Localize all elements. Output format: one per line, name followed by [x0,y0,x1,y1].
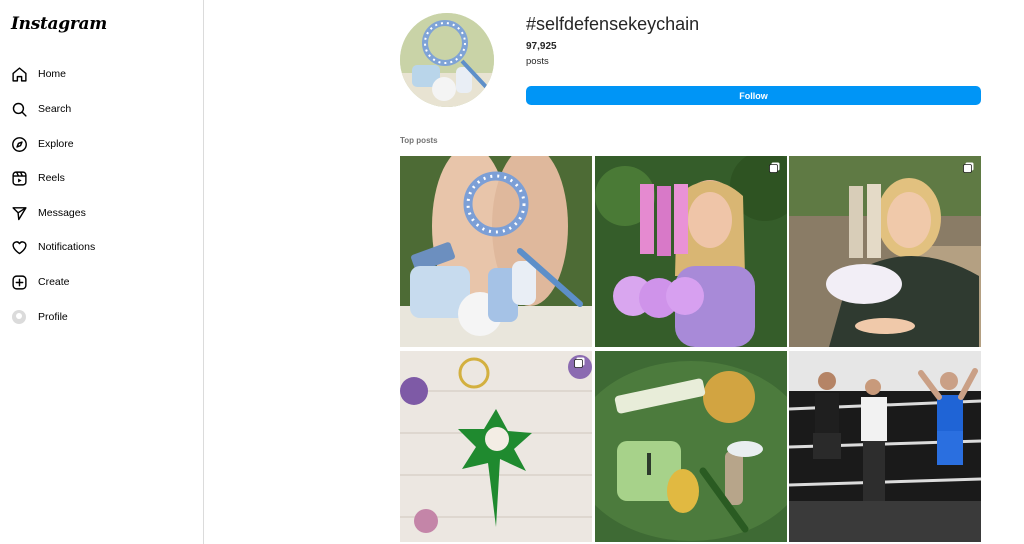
post-image [595,156,787,347]
post-image [400,351,592,542]
follow-button[interactable]: Follow [526,86,981,105]
hashtag-title: #selfdefensekeychain [526,14,700,34]
compass-icon [10,135,28,153]
post-image [595,351,787,542]
home-icon [10,65,28,83]
sidebar-item-label: Profile [38,311,68,323]
sidebar-item-label: Create [38,276,70,288]
sidebar-item-label: Messages [38,207,86,219]
post-count: 97,925 [526,41,557,52]
multiple-photos-icon [769,162,780,173]
top-posts-grid [400,156,981,542]
sidebar-item-search[interactable]: Search [8,94,194,124]
sidebar-item-explore[interactable]: Explore [8,129,194,159]
heart-icon [10,238,28,256]
sidebar-item-label: Reels [38,172,65,184]
top-posts-title: Top posts [400,136,438,145]
post-tile[interactable] [789,351,981,542]
posts-label: posts [526,56,549,67]
sidebar-item-create[interactable]: Create [8,267,194,297]
post-tile[interactable] [789,156,981,347]
profile-icon-wrap [10,308,28,326]
reels-icon [10,169,28,187]
sidebar-item-reels[interactable]: Reels [8,163,194,193]
hashtag-avatar [400,13,494,107]
sidebar-item-label: Explore [38,138,74,150]
sidebar-item-profile[interactable]: Profile [8,302,194,332]
post-tile[interactable] [400,351,592,542]
post-image [789,156,981,347]
plus-square-icon [10,273,28,291]
sidebar: Instagram Home Search Explore Reels Mess… [0,0,204,544]
send-icon [10,204,28,222]
avatar [12,310,26,324]
sidebar-item-home[interactable]: Home [8,59,194,89]
sidebar-item-messages[interactable]: Messages [8,198,194,228]
post-tile[interactable] [595,351,787,542]
sidebar-item-label: Notifications [38,241,96,253]
multiple-photos-icon [963,162,974,173]
sidebar-item-label: Home [38,68,67,80]
post-image [789,351,981,542]
sidebar-item-notifications[interactable]: Notifications [8,232,194,262]
instagram-logo[interactable]: Instagram [11,14,107,34]
sidebar-item-label: Search [38,103,72,115]
post-tile[interactable] [595,156,787,347]
search-icon [10,100,28,118]
post-image [400,156,592,347]
multiple-photos-icon [574,357,585,368]
post-tile[interactable] [400,156,592,347]
